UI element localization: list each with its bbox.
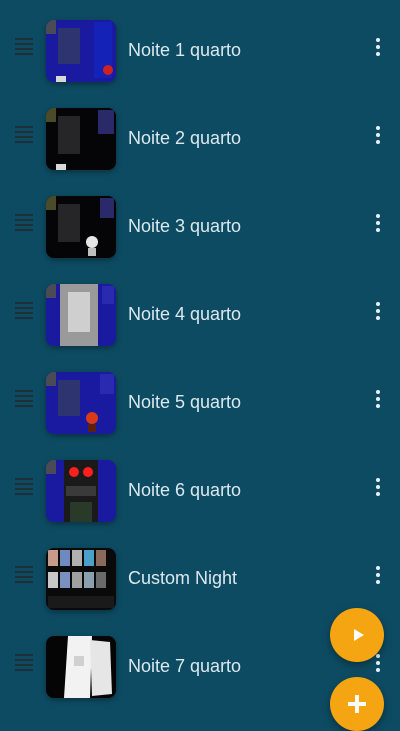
list-item[interactable]: Noite 4 quarto (0, 268, 400, 356)
night-5-thumbnail (46, 372, 116, 434)
list-item[interactable]: Noite 5 quarto (0, 356, 400, 444)
play-icon (354, 629, 364, 641)
drag-handle-icon[interactable] (15, 390, 35, 412)
list-item[interactable]: Noite 2 quarto (0, 92, 400, 180)
drag-handle-icon[interactable] (15, 302, 35, 324)
more-vert-icon[interactable] (370, 38, 386, 60)
item-label: Noite 7 quarto (128, 656, 242, 676)
drag-handle-icon[interactable] (15, 38, 35, 60)
item-label: Noite 6 quarto (128, 480, 242, 500)
more-vert-icon[interactable] (370, 566, 386, 588)
night-2-thumbnail (46, 108, 116, 170)
item-label: Noite 4 quarto (128, 304, 242, 324)
item-label: Custom Night (128, 568, 238, 588)
list-item[interactable]: Noite 1 quarto (0, 4, 400, 92)
add-button[interactable] (330, 677, 384, 731)
more-vert-icon[interactable] (370, 478, 386, 500)
more-vert-icon[interactable] (370, 302, 386, 324)
item-label: Noite 3 quarto (128, 216, 242, 236)
night-1-thumbnail (46, 20, 116, 82)
more-vert-icon[interactable] (370, 214, 386, 236)
list-item[interactable]: Noite 3 quarto (0, 180, 400, 268)
item-label: Noite 5 quarto (128, 392, 242, 412)
night-4-thumbnail (46, 284, 116, 346)
night-6-thumbnail (46, 460, 116, 522)
drag-handle-icon[interactable] (15, 478, 35, 500)
play-button[interactable] (330, 608, 384, 662)
add-icon (348, 695, 366, 713)
custom-night-thumbnail (46, 548, 116, 610)
scene-list: Noite 1 quarto Noite 2 quarto Noite 3 qu… (0, 0, 400, 704)
more-vert-icon[interactable] (370, 390, 386, 412)
night-3-thumbnail (46, 196, 116, 258)
list-item[interactable]: Custom Night (0, 532, 400, 620)
item-label: Noite 1 quarto (128, 40, 242, 60)
item-label: Noite 2 quarto (128, 128, 242, 148)
drag-handle-icon[interactable] (15, 566, 35, 588)
drag-handle-icon[interactable] (15, 214, 35, 236)
more-vert-icon[interactable] (370, 126, 386, 148)
drag-handle-icon[interactable] (15, 126, 35, 148)
night-7-thumbnail (46, 636, 116, 698)
list-item[interactable]: Noite 6 quarto (0, 444, 400, 532)
drag-handle-icon[interactable] (15, 654, 35, 676)
